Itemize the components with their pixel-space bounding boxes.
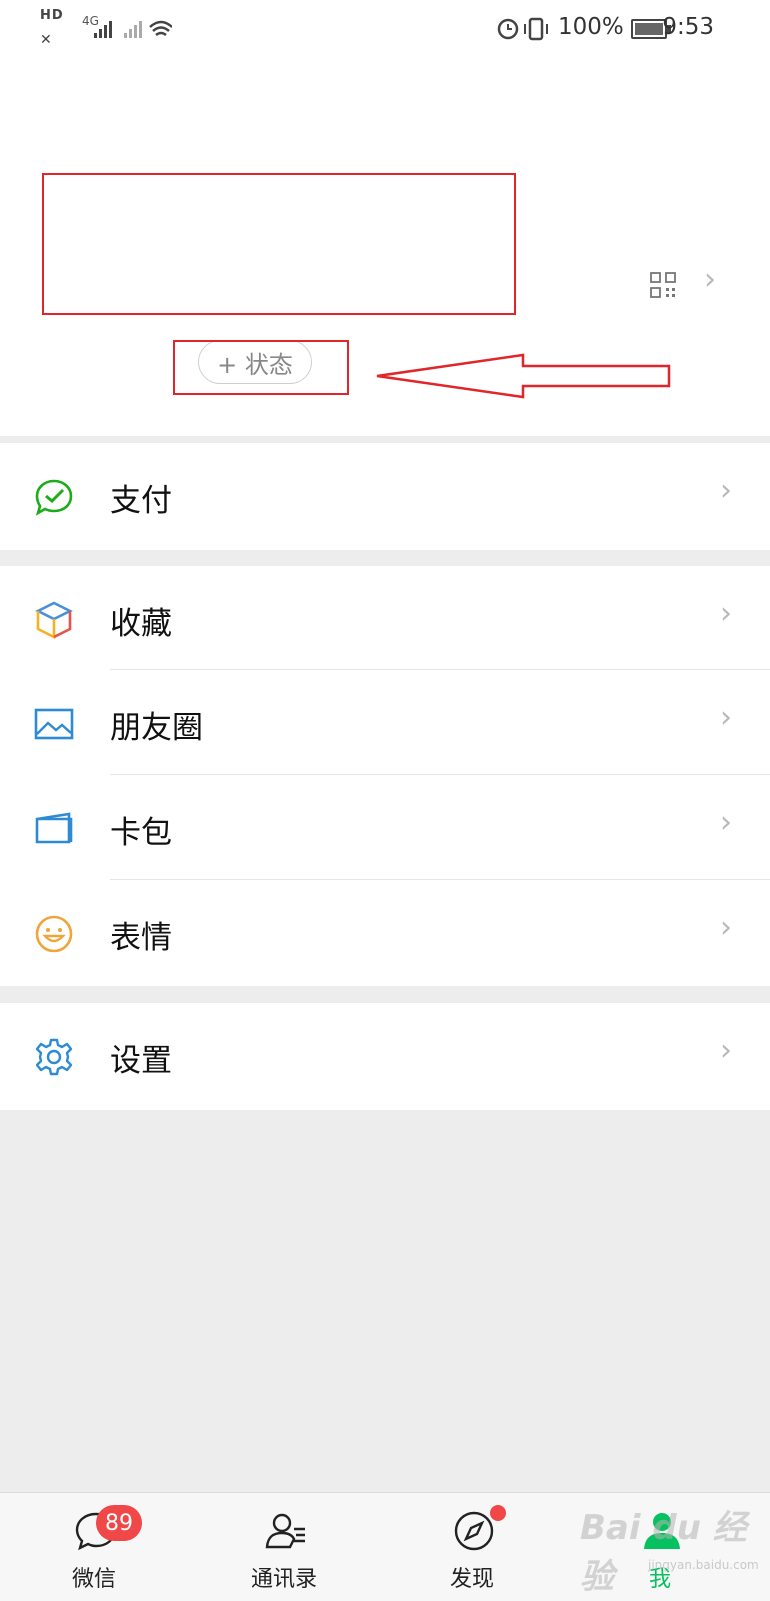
chevron-right-icon: › bbox=[720, 596, 732, 631]
compass-icon bbox=[454, 1511, 494, 1551]
tab-label-contacts: 通讯录 bbox=[250, 1567, 317, 1592]
clock: 9:53 bbox=[662, 14, 714, 40]
qr-code-icon[interactable] bbox=[650, 272, 676, 298]
signal-icon bbox=[94, 20, 172, 38]
menu-item-favorites[interactable]: 收藏 › bbox=[0, 566, 770, 673]
chevron-right-icon: › bbox=[720, 805, 732, 840]
menu-group-pay: 支付 › bbox=[0, 443, 770, 550]
tab-contacts[interactable]: 通讯录 bbox=[224, 1493, 344, 1601]
menu-label-stickers: 表情 bbox=[110, 920, 172, 956]
smiley-icon bbox=[35, 915, 73, 953]
menu-label-pay: 支付 bbox=[110, 483, 172, 519]
moments-image-icon bbox=[34, 708, 74, 740]
status-bar: HD ✕ 4G 100% 9:53 bbox=[0, 0, 770, 60]
profile-chevron-icon[interactable]: › bbox=[704, 262, 716, 297]
contacts-icon bbox=[265, 1513, 305, 1549]
annotation-box-status bbox=[173, 340, 349, 395]
pay-icon bbox=[35, 479, 73, 516]
menu-group-settings: 设置 › bbox=[0, 1003, 770, 1110]
menu-item-stickers[interactable]: 表情 › bbox=[0, 880, 770, 987]
menu-label-favorites: 收藏 bbox=[110, 606, 172, 642]
tab-label-chats: 微信 bbox=[71, 1567, 116, 1592]
annotation-arrow-icon bbox=[376, 353, 671, 399]
chevron-right-icon: › bbox=[720, 473, 732, 508]
menu-label-cards: 卡包 bbox=[110, 815, 172, 851]
menu-item-moments[interactable]: 朋友圈 › bbox=[0, 670, 770, 777]
menu-item-pay[interactable]: 支付 › bbox=[0, 443, 770, 550]
menu-item-cards[interactable]: 卡包 › bbox=[0, 775, 770, 882]
favorites-cube-icon bbox=[35, 601, 73, 640]
tab-discover[interactable]: 发现 bbox=[412, 1493, 532, 1601]
tab-chats[interactable]: 89 微信 bbox=[34, 1493, 154, 1601]
battery-percent: 100% bbox=[558, 14, 624, 40]
chevron-right-icon: › bbox=[720, 700, 732, 735]
menu-item-settings[interactable]: 设置 › bbox=[0, 1003, 770, 1110]
alarm-vibrate-icon bbox=[497, 17, 548, 41]
baidu-watermark: Bai du 经验 bbox=[580, 1508, 747, 1597]
menu-label-moments: 朋友圈 bbox=[110, 710, 203, 746]
gear-icon bbox=[35, 1038, 73, 1076]
watermark-url: jingyan.baidu.com bbox=[648, 1558, 759, 1572]
notification-dot bbox=[490, 1505, 506, 1521]
hd-indicator: HD bbox=[40, 8, 64, 23]
menu-label-settings: 设置 bbox=[110, 1043, 172, 1079]
chevron-right-icon: › bbox=[720, 910, 732, 945]
annotation-box-profile bbox=[42, 173, 516, 315]
menu-group-main: 收藏 › 朋友圈 › 卡包 › 表情 › bbox=[0, 566, 770, 986]
chevron-right-icon: › bbox=[720, 1033, 732, 1068]
unread-badge: 89 bbox=[96, 1505, 142, 1541]
tab-label-discover: 发现 bbox=[449, 1567, 494, 1592]
card-wallet-icon bbox=[35, 812, 73, 844]
sim-icon: ✕ bbox=[40, 32, 52, 48]
